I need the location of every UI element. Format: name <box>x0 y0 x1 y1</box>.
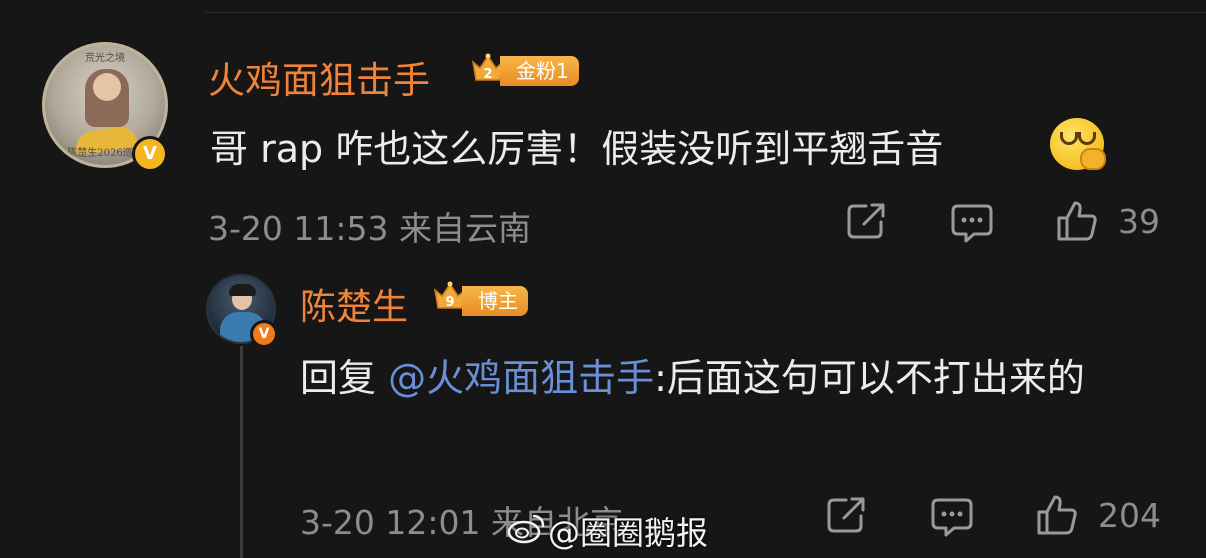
reply-timestamp: 3-20 12:01 <box>300 503 481 542</box>
avatar-face <box>93 73 121 101</box>
comment-location: 来自云南 <box>399 209 531 248</box>
share-button[interactable] <box>846 202 888 240</box>
thumbs-up-icon <box>1057 201 1097 241</box>
fan-rank-text: 9 <box>445 295 454 310</box>
comment-like-count: 39 <box>1118 202 1160 241</box>
comment-button[interactable] <box>930 497 974 537</box>
reply-prefix: 回复 <box>300 356 377 400</box>
comment-icon <box>951 204 993 243</box>
role-badge: 博主 <box>462 286 528 316</box>
verified-badge-icon: V <box>132 136 168 172</box>
fan-rank-text: 2 <box>483 67 492 82</box>
reply-text: :后面这句可以不打出来的 <box>654 356 1085 400</box>
thumbs-up-icon <box>1037 495 1077 535</box>
reply-thread-line <box>240 346 243 558</box>
share-button[interactable] <box>826 496 868 534</box>
verified-badge-icon: V <box>250 320 278 348</box>
share-icon <box>847 203 885 239</box>
share-icon <box>827 497 865 533</box>
comment-icon <box>931 498 973 537</box>
avatar-hair <box>229 284 256 296</box>
peeking-face-icon <box>1050 118 1106 170</box>
mention-link[interactable]: @火鸡面狙击手 <box>388 356 654 400</box>
top-divider <box>205 12 1206 13</box>
replier-username[interactable]: 陈楚生 <box>300 278 408 330</box>
commenter-username[interactable]: 火鸡面狙击手 <box>208 50 430 104</box>
comment-button[interactable] <box>950 203 994 243</box>
fan-badge[interactable]: 金粉1 <box>500 56 579 86</box>
weibo-logo-icon <box>507 514 545 544</box>
avatar-frame-top-text: 荒光之境 <box>85 53 125 64</box>
comment-text: 哥 rap 咋也这么厉害！假装没听到平翘舌音 <box>210 127 944 171</box>
like-button[interactable] <box>1036 494 1078 536</box>
comment-timestamp: 3-20 11:53 <box>208 209 389 248</box>
reply-like-count: 204 <box>1098 496 1161 535</box>
reply-text-block: 回复 @火鸡面狙击手:后面这句可以不打出来的 <box>300 350 1180 406</box>
comment-meta: 3-20 11:53 来自云南 <box>208 202 531 250</box>
watermark-text: @圈圈鹅报 <box>548 514 709 552</box>
like-button[interactable] <box>1056 200 1098 242</box>
